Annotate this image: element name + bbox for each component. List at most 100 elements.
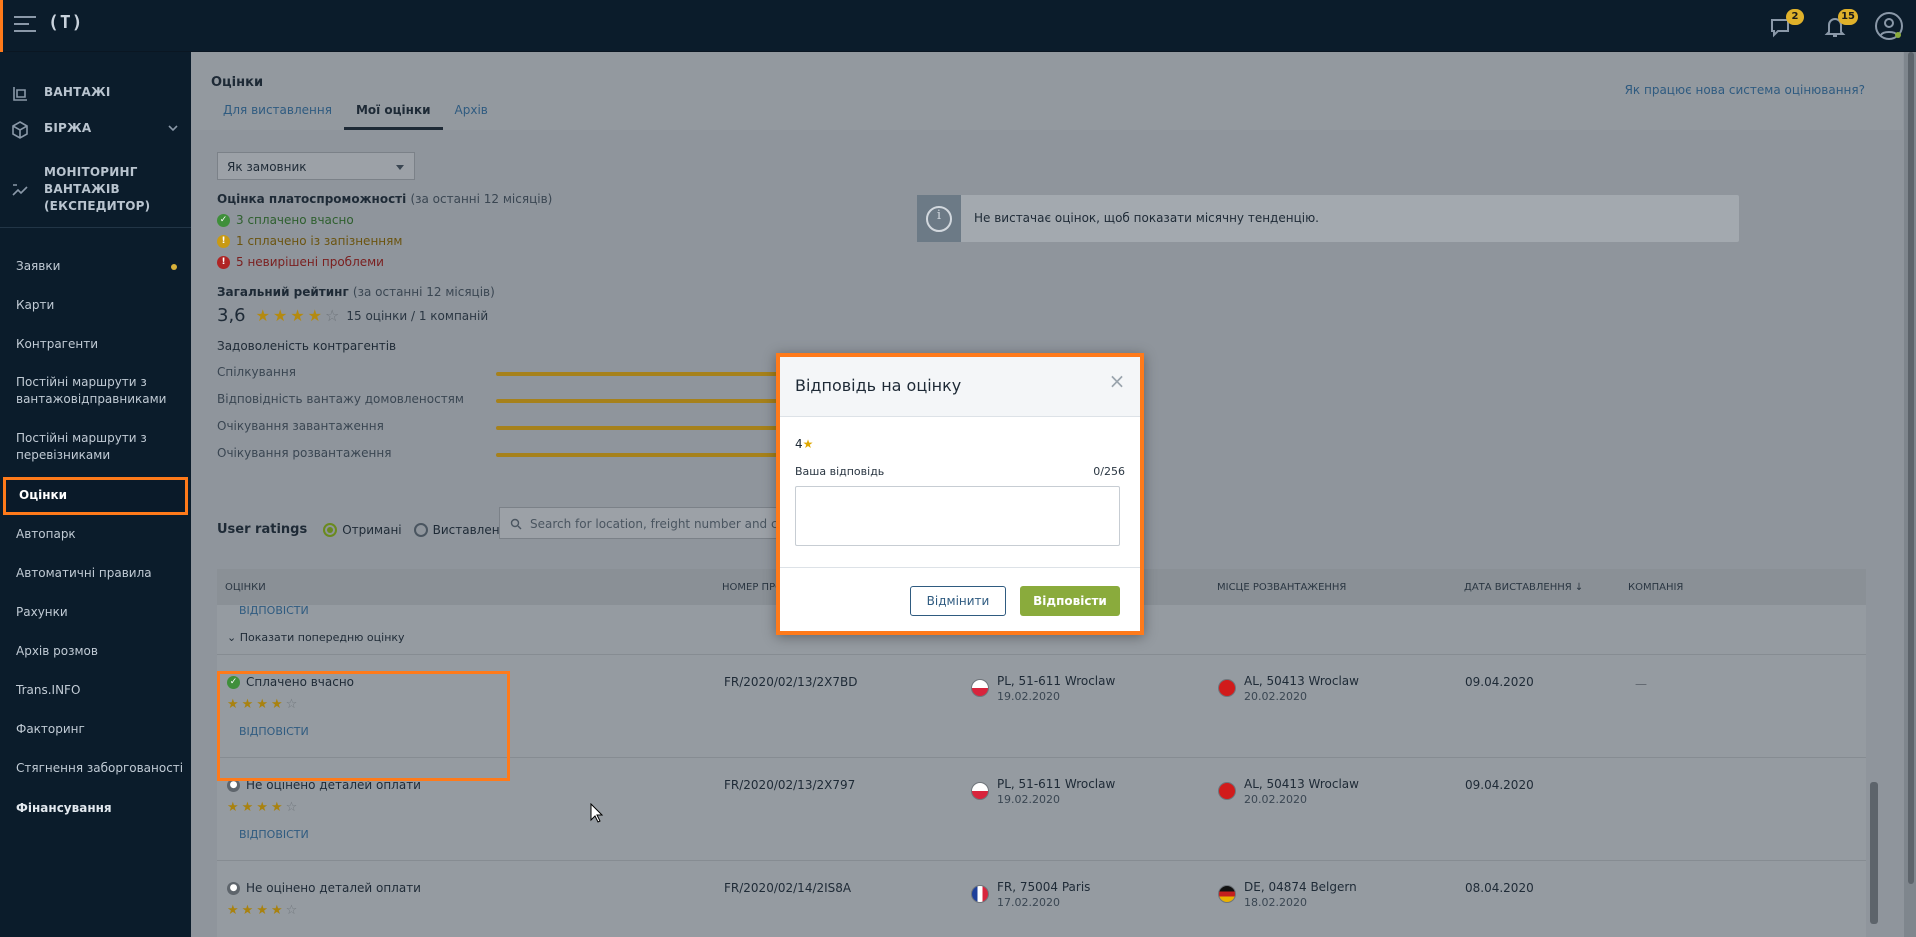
overall-title: Загальний рейтинг (за останні 12 місяців…: [217, 285, 495, 299]
modal-rating: 4★: [795, 437, 813, 451]
overall-title-text: Загальний рейтинг: [217, 285, 349, 299]
role-select[interactable]: Як замовник: [217, 152, 415, 180]
info-box: i Не вистачає оцінок, щоб показати місяч…: [917, 195, 1739, 242]
chevron-down-icon: [167, 122, 179, 134]
notifications-button[interactable]: 15: [1820, 9, 1858, 42]
messages-button[interactable]: 2: [1766, 9, 1804, 42]
satisfaction-row: Спілкування: [217, 365, 296, 379]
star-icon: ★: [241, 697, 254, 712]
row-status: ● Не оцінено деталей оплати: [227, 778, 421, 792]
cancel-button[interactable]: Відмінити: [910, 586, 1006, 616]
sidebar-item-factoring[interactable]: Факторинг: [0, 721, 191, 738]
sidebar-item-transinfo[interactable]: Trans.INFO: [0, 682, 191, 699]
star-icon: ★: [241, 800, 254, 815]
user-avatar-button[interactable]: [1874, 11, 1904, 41]
star-icon: ★: [227, 697, 239, 712]
solvency-row-late: ! 1 сплачено із запізненням: [217, 234, 402, 248]
show-previous-toggle[interactable]: ⌄ Показати попередню оцінку: [227, 631, 405, 644]
sidebar-item-orders[interactable]: Заявки: [0, 258, 191, 275]
solvency-row-text: 1 сплачено із запізненням: [236, 234, 403, 248]
user-ratings-filter: User ratings Отримані Виставлені Search …: [217, 507, 789, 539]
radio-received[interactable]: Отримані: [323, 522, 402, 537]
row-number: FR/2020/02/13/2X797: [724, 778, 856, 792]
close-icon[interactable]: ×: [1107, 371, 1127, 391]
sidebar-item-auto-rules[interactable]: Автоматичні правила: [0, 565, 191, 582]
column-header-date[interactable]: ДАТА ВИСТАВЛЕННЯ ↓: [1464, 582, 1583, 593]
satisfaction-bar: [496, 372, 781, 376]
clock-circle-icon: ●: [227, 881, 240, 895]
radio-given[interactable]: Виставлені: [413, 522, 503, 537]
check-circle-icon: ✓: [217, 213, 230, 227]
row-unload-place: AL, 50413 Wroclaw 20.02.2020: [1244, 673, 1359, 705]
help-link[interactable]: Як працює нова система оцінювання?: [1625, 83, 1865, 97]
page-scrollbar-thumb[interactable]: [1908, 52, 1914, 884]
satisfaction-row: Очікування розвантаження: [217, 446, 392, 460]
user-icon: [1875, 12, 1903, 40]
answer-textarea[interactable]: [795, 486, 1120, 546]
table-scrollbar-thumb[interactable]: [1870, 782, 1878, 924]
satisfaction-bar: [496, 399, 781, 403]
row-load-place: FR, 75004 Paris 17.02.2020: [997, 879, 1090, 911]
load-date-text: 19.02.2020: [997, 793, 1060, 806]
row-status: ✓ Сплачено вчасно: [227, 675, 354, 689]
role-select-value: Як замовник: [227, 160, 307, 174]
row-load-place: PL, 51-611 Wroclaw 19.02.2020: [997, 776, 1115, 808]
row-number: FR/2020/02/14/2IS8A: [724, 881, 852, 895]
unread-dot: [171, 264, 177, 270]
solvency-row-text: 3 сплачено вчасно: [236, 213, 354, 227]
load-place-text: PL, 51-611 Wroclaw: [997, 777, 1116, 791]
sidebar-top-section: ВАНТАЖІ БІРЖА МОНІТОРИНГ ВАНТАЖІВ (ЕКСПЕ…: [0, 52, 191, 228]
overall-rating: 3,6 ★ ★ ★ ★ ☆ 15 оцінки / 1 компаній: [217, 305, 488, 326]
sidebar-item-maps[interactable]: Карти: [0, 297, 191, 314]
clock-circle-icon: ●: [227, 778, 240, 792]
star-icon: ★: [270, 903, 283, 918]
tab-to-rate[interactable]: Для виставлення: [211, 102, 344, 130]
flag-al-icon: [1218, 679, 1236, 697]
satisfaction-row: Очікування завантаження: [217, 419, 384, 433]
menu-icon[interactable]: [14, 16, 36, 34]
sidebar-item-exchange[interactable]: БІРЖА: [0, 120, 191, 140]
sidebar-item-cargo[interactable]: ВАНТАЖІ: [0, 84, 191, 104]
tab-my-ratings[interactable]: Мої оцінки: [343, 102, 443, 130]
unload-place-text: AL, 50413 Wroclaw: [1244, 674, 1359, 688]
page-scrollbar[interactable]: [1904, 52, 1916, 937]
sidebar-item-invoices[interactable]: Рахунки: [0, 604, 191, 621]
sidebar-item-monitoring[interactable]: МОНІТОРИНГ ВАНТАЖІВ (ЕКСПЕДИТОР): [0, 164, 191, 218]
sidebar-item-routes-carriers[interactable]: Постійні маршрути з перевізниками: [0, 430, 150, 464]
reply-link[interactable]: ВІДПОВІСТИ: [239, 828, 309, 841]
star-empty-icon: ☆: [285, 697, 298, 712]
overall-count: 15 оцінки / 1 компаній: [346, 308, 489, 323]
reply-link[interactable]: ВІДПОВІСТИ: [239, 725, 309, 738]
row-date: 09.04.2020: [1465, 675, 1534, 689]
sidebar-item-ratings[interactable]: Оцінки: [3, 477, 188, 515]
solvency-row-text: 5 невирішені проблеми: [236, 255, 384, 269]
star-icon: ★: [227, 903, 239, 918]
tab-archive[interactable]: Архів: [443, 102, 500, 130]
cargo-icon: [10, 84, 30, 104]
sidebar-item-routes-shippers[interactable]: Постійні маршрути з вантажовідправниками: [0, 374, 170, 408]
sidebar-item-label: Стягнення заборгованості: [16, 761, 184, 775]
sidebar-item-fleet[interactable]: Автопарк: [0, 526, 191, 543]
star-icon: ★: [256, 800, 268, 815]
row-company[interactable]: —: [1635, 677, 1647, 691]
search-input[interactable]: Search for location, freight number and …: [499, 507, 789, 539]
reply-modal: Відповідь на оцінку × 4★ Ваша відповідь …: [776, 353, 1144, 635]
solvency-title: Оцінка платоспроможності (за останні 12 …: [217, 192, 552, 206]
sidebar-item-financing[interactable]: Фінансування: [0, 800, 191, 817]
star-empty-icon: ☆: [325, 306, 340, 325]
search-placeholder: Search for location, freight number and …: [530, 517, 789, 531]
table-row: ● Не оцінено деталей оплати ★ ★ ★ ★ ☆ FR/202…: [217, 861, 1866, 937]
sidebar-item-chat-archive[interactable]: Архів розмов: [0, 643, 191, 660]
logo[interactable]: (T): [48, 12, 84, 33]
star-icon: ★: [256, 697, 268, 712]
sidebar: ВАНТАЖІ БІРЖА МОНІТОРИНГ ВАНТАЖІВ (ЕКСПЕ…: [0, 52, 191, 937]
reply-button[interactable]: Відповісти: [1020, 586, 1120, 616]
unload-date-text: 20.02.2020: [1244, 690, 1307, 703]
row-stars: ★ ★ ★ ★ ☆: [227, 697, 300, 712]
star-half-icon: ★: [307, 306, 323, 325]
sidebar-item-contractors[interactable]: Контрагенти: [0, 336, 191, 353]
sidebar-item-debt-collection[interactable]: Стягнення заборгованості: [0, 760, 191, 777]
reply-link[interactable]: ВІДПОВІСТИ: [239, 604, 309, 617]
overall-stars: ★ ★ ★ ★ ☆: [256, 306, 343, 325]
modal-rating-value: 4: [795, 437, 803, 451]
